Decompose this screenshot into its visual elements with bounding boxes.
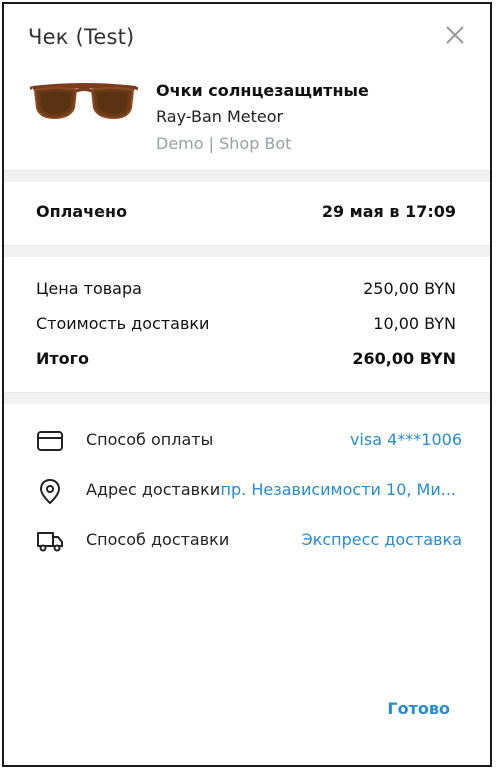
dialog-title: Чек (Test) <box>28 25 135 49</box>
product-section: Очки солнцезащитные Ray-Ban Meteor Demo … <box>4 74 490 170</box>
shipping-cost-label: Стоимость доставки <box>36 314 210 333</box>
delivery-address-row[interactable]: Адрес доставки пр. Независимости 10, Ми.… <box>4 477 490 509</box>
delivery-address-value[interactable]: пр. Независимости 10, Ми... <box>221 480 456 499</box>
product-description: Ray-Ban Meteor <box>156 107 284 126</box>
credit-card-icon <box>37 431 63 451</box>
delivery-method-row[interactable]: Способ доставки Экспресс доставка <box>4 527 490 559</box>
close-icon <box>446 26 464 44</box>
delivery-truck-icon <box>37 532 63 552</box>
payment-method-label: Способ оплаты <box>86 430 214 449</box>
price-value: 250,00 BYN <box>363 279 456 298</box>
delivery-method-label: Способ доставки <box>86 530 230 549</box>
dialog-header: Чек (Test) <box>4 4 490 74</box>
section-divider <box>4 170 490 182</box>
delivery-address-label: Адрес доставки <box>86 480 221 499</box>
delivery-method-value[interactable]: Экспресс доставка <box>302 530 462 549</box>
receipt-dialog: Чек (Test) Очки солнцезащитные Ray-Ban M… <box>2 2 492 767</box>
total-value: 260,00 BYN <box>352 349 456 368</box>
price-row-item: Цена товара 250,00 BYN <box>36 279 456 303</box>
location-pin-icon <box>39 478 61 505</box>
section-divider <box>4 245 490 257</box>
status-label: Оплачено <box>36 202 128 221</box>
payment-status-row: Оплачено 29 мая в 17:09 <box>36 202 456 226</box>
price-row-total: Итого 260,00 BYN <box>36 349 456 373</box>
price-label: Цена товара <box>36 279 142 298</box>
section-divider <box>4 392 490 404</box>
payment-method-value[interactable]: visa 4***1006 <box>350 430 462 449</box>
price-row-shipping: Стоимость доставки 10,00 BYN <box>36 314 456 338</box>
status-date: 29 мая в 17:09 <box>321 202 456 221</box>
payment-method-row[interactable]: Способ оплаты visa 4***1006 <box>4 427 490 459</box>
product-title: Очки солнцезащитные <box>156 81 369 100</box>
shipping-cost-value: 10,00 BYN <box>373 314 456 333</box>
sunglasses-image <box>30 83 138 120</box>
done-button[interactable]: Готово <box>387 699 450 718</box>
total-label: Итого <box>36 349 90 368</box>
close-button[interactable] <box>444 24 466 46</box>
shop-name: Demo | Shop Bot <box>156 134 292 153</box>
